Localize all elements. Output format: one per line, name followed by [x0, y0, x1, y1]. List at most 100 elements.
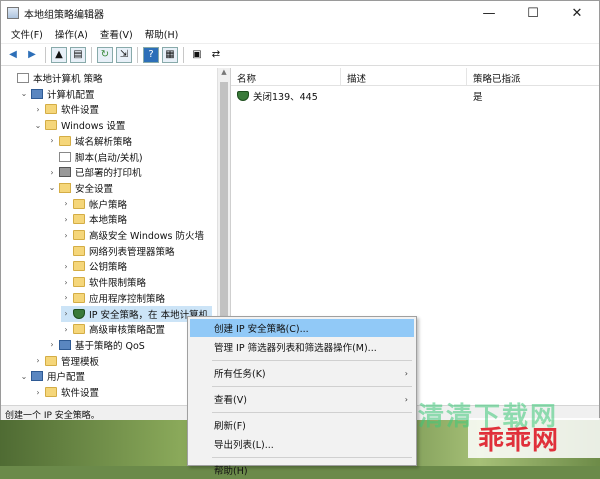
- chevron-right-icon[interactable]: ›: [47, 168, 57, 177]
- folder-icon: [45, 387, 57, 397]
- tree-item[interactable]: › 公钥策略: [61, 258, 127, 274]
- chevron-right-icon[interactable]: ›: [33, 388, 43, 397]
- chevron-right-icon[interactable]: ›: [47, 340, 57, 349]
- context-menu-item[interactable]: 创建 IP 安全策略(C)...: [190, 319, 414, 337]
- context-menu-item-label: 帮助(H): [214, 466, 248, 477]
- toolbar-divider: [137, 46, 138, 63]
- maximize-button[interactable]: ☐: [511, 1, 555, 25]
- tree-item[interactable]: › 基于策略的 QoS: [47, 337, 145, 353]
- folder-icon: [73, 230, 85, 240]
- chevron-down-icon[interactable]: ⌄: [19, 89, 29, 98]
- context-menu-item[interactable]: 所有任务(K) ›: [190, 364, 414, 382]
- help-icon[interactable]: ?: [143, 46, 159, 63]
- context-menu-item[interactable]: 导出列表(L)...: [190, 435, 414, 453]
- menu-view[interactable]: 查看(V): [94, 27, 139, 41]
- menu-separator: [212, 386, 412, 387]
- chevron-down-icon[interactable]: ⌄: [47, 183, 57, 192]
- tree-item-label: 管理模板: [61, 356, 100, 368]
- column-name[interactable]: 名称: [231, 68, 341, 85]
- tree-item[interactable]: 网络列表管理器策略: [61, 243, 175, 259]
- context-menu-item[interactable]: 帮助(H): [190, 461, 414, 479]
- pc-icon: [59, 339, 71, 350]
- chevron-right-icon[interactable]: ›: [61, 293, 71, 302]
- tree-item[interactable]: › 软件限制策略: [61, 274, 146, 290]
- tree-item[interactable]: › 软件设置: [33, 384, 99, 400]
- chevron-right-icon[interactable]: ›: [61, 215, 71, 224]
- tree-item[interactable]: ⌄ 用户配置: [19, 368, 85, 384]
- minimize-button[interactable]: —: [467, 1, 511, 25]
- tree-item-label: 安全设置: [75, 183, 114, 195]
- show-hide-tree-icon[interactable]: ▤: [70, 46, 86, 63]
- tree-item-label: 高级审核策略配置: [89, 325, 166, 337]
- policy-name: 关闭139、445: [253, 92, 318, 103]
- chevron-right-icon[interactable]: ›: [33, 105, 43, 114]
- tree-item[interactable]: ⌄ Windows 设置: [33, 117, 125, 133]
- tree-item[interactable]: › 高级审核策略配置: [61, 321, 165, 337]
- folder-icon: [73, 277, 85, 288]
- folder-icon: [73, 292, 85, 303]
- chevron-right-icon[interactable]: ›: [61, 231, 71, 240]
- tree-item-label: 本地策略: [89, 215, 128, 227]
- menu-file[interactable]: 文件(F): [5, 27, 49, 41]
- close-button[interactable]: ✕: [555, 1, 599, 25]
- shield-icon: [73, 308, 85, 319]
- tree-item-label: 域名解析策略: [75, 136, 133, 148]
- unassign-policy-icon[interactable]: ⇄: [208, 47, 224, 63]
- context-menu: 创建 IP 安全策略(C)... 管理 IP 筛选器列表和筛选器操作(M)... 所…: [187, 316, 417, 477]
- doc-icon: [17, 73, 29, 83]
- column-assigned[interactable]: 策略已指派: [467, 68, 592, 85]
- tree-item-label: 基于策略的 QoS: [75, 340, 145, 352]
- tree-item[interactable]: › 高级安全 Windows 防火墙: [61, 227, 204, 243]
- menu-action[interactable]: 操作(A): [49, 27, 94, 41]
- chevron-right-icon[interactable]: ›: [47, 136, 57, 145]
- chevron-right-icon[interactable]: ›: [61, 262, 71, 271]
- chevron-right-icon[interactable]: ›: [61, 325, 71, 334]
- table-row[interactable]: 关闭139、445 是: [231, 88, 592, 104]
- chevron-down-icon[interactable]: ⌄: [33, 121, 43, 130]
- context-menu-item[interactable]: 查看(V) ›: [190, 390, 414, 408]
- column-description[interactable]: 描述: [341, 68, 467, 85]
- back-arrow-icon[interactable]: ◀: [5, 47, 21, 63]
- watermark-text-red: 乖乖网: [478, 426, 560, 456]
- tree-item-label: 网络列表管理器策略: [89, 246, 175, 258]
- tree-item[interactable]: › 域名解析策略: [47, 133, 132, 149]
- tree-item[interactable]: ⌄ 安全设置: [47, 180, 113, 196]
- chevron-down-icon[interactable]: ⌄: [19, 372, 29, 381]
- context-menu-item[interactable]: 管理 IP 筛选器列表和筛选器操作(M)...: [190, 338, 414, 356]
- tree-item[interactable]: › 帐户策略: [61, 196, 127, 212]
- tree-item[interactable]: › 本地策略: [61, 211, 127, 227]
- properties-icon[interactable]: ▦: [162, 46, 178, 63]
- tree-item[interactable]: ⌄ 计算机配置: [19, 86, 95, 102]
- menu-help[interactable]: 帮助(H): [139, 27, 185, 41]
- up-folder-icon[interactable]: ▲: [51, 46, 67, 63]
- assign-policy-icon[interactable]: ▣: [189, 47, 205, 63]
- tree-item[interactable]: › 管理模板: [33, 353, 99, 369]
- refresh-icon[interactable]: ↻: [97, 46, 113, 63]
- folder-icon: [59, 135, 71, 146]
- context-menu-item[interactable]: 刷新(F): [190, 416, 414, 434]
- tree-item-label: 用户配置: [47, 372, 86, 384]
- printer-icon: [59, 167, 71, 178]
- gpedit-app-icon: [7, 7, 19, 19]
- scroll-thumb[interactable]: [220, 82, 228, 342]
- ip-policy-icon: [237, 91, 249, 101]
- chevron-right-icon[interactable]: ›: [61, 309, 71, 318]
- tree-item[interactable]: › 应用程序控制策略: [61, 290, 165, 306]
- tree-item[interactable]: 脚本(启动/关机): [47, 149, 143, 165]
- export-list-icon[interactable]: ⇲: [116, 46, 132, 63]
- scroll-up-icon[interactable]: ▲: [218, 68, 230, 80]
- tree-item-label: 软件设置: [61, 105, 100, 117]
- tree-item[interactable]: › 软件设置: [33, 101, 99, 117]
- chevron-right-icon[interactable]: ›: [61, 199, 71, 208]
- tree-item[interactable]: 本地计算机 策略: [5, 70, 103, 86]
- chevron-right-icon[interactable]: ›: [61, 278, 71, 287]
- folder-icon: [45, 104, 57, 115]
- forward-arrow-icon[interactable]: ▶: [24, 47, 40, 63]
- tree-item[interactable]: › 已部署的打印机: [47, 164, 142, 180]
- tree-item-label: 软件限制策略: [89, 278, 147, 290]
- folder-icon: [73, 324, 85, 335]
- pc-icon: [31, 371, 43, 382]
- folder-icon: [45, 120, 57, 131]
- chevron-right-icon[interactable]: ›: [33, 356, 43, 365]
- folder-icon: [73, 214, 85, 225]
